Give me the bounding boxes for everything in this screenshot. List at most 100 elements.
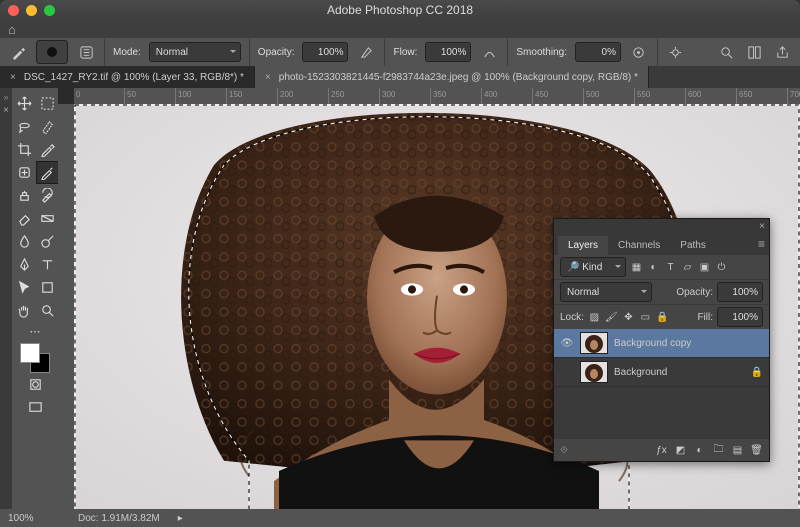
new-layer-icon[interactable]: ▤ [731,444,744,457]
status-disclosure-icon[interactable]: ▸ [178,513,183,524]
lock-position-icon[interactable]: ✥ [622,311,635,324]
search-icon[interactable] [716,42,736,62]
titlebar: Adobe Photoshop CC 2018 [0,0,800,20]
visibility-icon[interactable]: 👁 [560,338,574,349]
shape-tool[interactable] [36,276,59,299]
foreground-swatch[interactable] [20,343,40,363]
panel-tab-paths[interactable]: Paths [670,236,716,255]
layer-row[interactable]: Background 🔒 [554,358,769,387]
close-tab-icon[interactable]: × [265,72,271,83]
lock-artboard-icon[interactable]: ▭ [639,311,652,324]
lock-all-icon[interactable]: 🔒 [656,311,669,324]
doc-size-label: Doc: [78,513,99,524]
menu-row: ⌂ [0,20,800,38]
layer-blend-dropdown[interactable]: Normal [560,282,652,302]
mask-icon[interactable]: ◩ [674,444,687,457]
layer-name[interactable]: Background copy [614,338,763,349]
flow-label: Flow: [393,47,417,58]
smoothing-value[interactable]: 0% [575,42,621,62]
layer-thumbnail[interactable] [580,361,608,383]
document-tab[interactable]: × photo-1523303821445-f2983744a23e.jpeg … [255,66,649,88]
quick-select-tool[interactable] [36,115,59,138]
pen-tool[interactable] [13,253,36,276]
layer-opacity-label: Opacity: [676,287,713,298]
path-select-tool[interactable] [13,276,36,299]
flow-value[interactable]: 100% [425,42,471,62]
lock-transparent-icon[interactable]: ▨ [588,311,601,324]
filter-shape-icon[interactable]: ▱ [681,261,694,274]
layer-list: 👁 Background copy Background 🔒 [554,329,769,439]
group-icon[interactable]: 🗀 [712,444,725,457]
doc-size-value: 1.91M/3.82M [101,513,159,524]
layer-name[interactable]: Background [614,367,745,378]
adjustment-icon[interactable]: ◐ [693,444,706,457]
ruler-horizontal[interactable]: 050 100150 200250 300350 400450 500550 6… [74,88,800,104]
marquee-tool[interactable] [36,92,59,115]
tool-preset-picker[interactable] [8,42,28,62]
ruler-vertical[interactable] [58,104,74,527]
airbrush-icon[interactable] [479,42,499,62]
pressure-size-icon[interactable] [666,42,686,62]
panel-tabs: Layers Channels Paths ≡ [554,233,769,255]
tab-label: DSC_1427_RY2.tif @ 100% (Layer 33, RGB/8… [24,72,244,83]
move-tool[interactable] [13,92,36,115]
smoothing-options-icon[interactable] [629,42,649,62]
fill-label: Fill: [697,312,713,323]
filter-adjust-icon[interactable]: ◐ [647,261,660,274]
share-icon[interactable] [772,42,792,62]
link-layers-icon[interactable]: ⟐ [560,445,568,456]
zoom-tool[interactable] [36,299,59,322]
opacity-value[interactable]: 100% [302,42,348,62]
workspace-switcher-icon[interactable] [744,42,764,62]
history-brush-tool[interactable] [36,184,59,207]
panel-tab-layers[interactable]: Layers [558,236,608,255]
zoom-level[interactable]: 100% [8,513,60,524]
toolbox: ⋯ [12,88,58,527]
color-swatches[interactable] [20,343,50,373]
brush-settings-icon[interactable] [76,42,96,62]
brush-preset-picker[interactable] [36,40,68,64]
blur-tool[interactable] [13,230,36,253]
clone-stamp-tool[interactable] [13,184,36,207]
brush-tool[interactable] [36,161,59,184]
gradient-tool[interactable] [36,207,59,230]
blend-mode-dropdown[interactable]: Normal [149,42,241,62]
edit-toolbar-icon[interactable]: ⋯ [24,325,47,337]
expand-arrow-icon[interactable]: » [3,92,8,102]
layer-opacity-value[interactable]: 100% [717,282,763,302]
fill-value[interactable]: 100% [717,307,763,327]
close-icon[interactable]: × [3,105,9,116]
filter-pixel-icon[interactable]: ▦ [630,261,643,274]
eyedropper-tool[interactable] [36,138,59,161]
home-icon[interactable]: ⌂ [8,22,16,37]
layers-panel[interactable]: × Layers Channels Paths ≡ 🔎 Kind ▦ ◐ T ▱… [553,218,770,462]
filter-smart-icon[interactable]: ▣ [698,261,711,274]
dodge-tool[interactable] [36,230,59,253]
layer-row[interactable]: 👁 Background copy [554,329,769,358]
lasso-tool[interactable] [13,115,36,138]
healing-brush-tool[interactable] [13,161,36,184]
panel-tab-channels[interactable]: Channels [608,236,670,255]
options-bar: Mode: Normal Opacity: 100% Flow: 100% Sm… [0,38,800,66]
lock-icon: 🔒 [751,367,763,378]
lock-label: Lock: [560,312,584,323]
lock-paint-icon[interactable]: 🖌 [605,311,618,324]
quickmask-toggle[interactable] [24,373,47,396]
filter-type-icon[interactable]: T [664,261,677,274]
eraser-tool[interactable] [13,207,36,230]
trash-icon[interactable]: 🗑 [750,444,763,457]
hand-tool[interactable] [13,299,36,322]
panel-menu-icon[interactable]: ≡ [758,237,765,251]
type-tool[interactable] [36,253,59,276]
filter-kind-dropdown[interactable]: 🔎 Kind [560,257,626,277]
panel-footer: ⟐ ƒx ◩ ◐ 🗀 ▤ 🗑 [554,439,769,461]
close-tab-icon[interactable]: × [10,72,16,83]
crop-tool[interactable] [13,138,36,161]
layer-thumbnail[interactable] [580,332,608,354]
filter-toggle-icon[interactable]: ⏻ [715,261,728,274]
opacity-pressure-icon[interactable] [356,42,376,62]
document-tab[interactable]: × DSC_1427_RY2.tif @ 100% (Layer 33, RGB… [0,66,255,88]
close-panel-icon[interactable]: × [759,221,765,232]
fx-icon[interactable]: ƒx [655,444,668,457]
screenmode-toggle[interactable] [24,396,47,419]
